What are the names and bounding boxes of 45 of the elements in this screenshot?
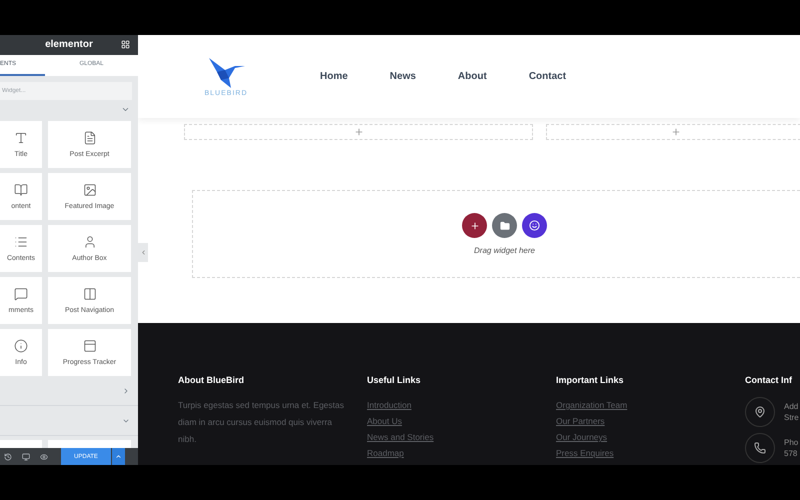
widget-icon <box>82 235 96 250</box>
footer-heading: Contact Inf <box>745 375 793 385</box>
empty-column[interactable] <box>546 124 800 140</box>
eye-icon[interactable] <box>40 452 48 460</box>
map-pin-icon <box>745 397 775 427</box>
footer-paragraph: Turpis egestas sed tempus urna et. Egestas diam in arcu cursus euismod quis viverra nibh. <box>178 399 345 446</box>
nav-link[interactable]: About <box>458 71 487 82</box>
add-section-button[interactable] <box>462 213 487 238</box>
plus-icon <box>470 220 480 230</box>
widget-icon <box>82 339 96 354</box>
nav-link[interactable]: Contact <box>528 71 566 82</box>
kit-button[interactable] <box>522 213 547 238</box>
widget-icon <box>14 183 28 198</box>
contact-text: 578 <box>784 448 798 459</box>
footer-heading: About BlueBird <box>178 375 245 385</box>
template-button[interactable] <box>492 213 517 238</box>
widget-icon <box>14 287 28 302</box>
smiley-icon <box>529 220 540 231</box>
contact-text: Add <box>784 401 799 412</box>
widget-icon <box>82 131 96 146</box>
contact-text: Pho <box>784 437 798 448</box>
drop-hint: Drag widget here <box>474 246 535 255</box>
nav-link[interactable]: News <box>390 71 416 82</box>
footer-heading: Useful Links <box>367 375 422 385</box>
history-icon[interactable] <box>4 452 12 460</box>
nav-link[interactable]: Home <box>320 71 348 82</box>
caret-icon <box>115 453 122 460</box>
widget-icon <box>82 287 96 302</box>
plus-icon[interactable] <box>354 127 364 137</box>
panel-title: elementor <box>45 39 93 50</box>
footer-heading: Important Links <box>556 375 625 385</box>
widget-icon <box>82 183 96 198</box>
chevron-icon <box>140 249 146 256</box>
dropdown-button[interactable] <box>112 448 125 465</box>
grid-menu-icon[interactable] <box>121 40 130 49</box>
plus-icon[interactable] <box>671 127 681 137</box>
drop-zone[interactable]: Drag widget here <box>192 190 800 278</box>
widget-icon <box>14 131 28 146</box>
widget-icon <box>14 339 28 354</box>
folder-icon <box>500 220 510 230</box>
collapse-handle[interactable] <box>138 243 148 262</box>
phone-icon <box>745 433 775 463</box>
contact-text: Stre <box>784 412 799 423</box>
monitor-icon[interactable] <box>22 452 30 460</box>
empty-column[interactable] <box>184 124 533 140</box>
